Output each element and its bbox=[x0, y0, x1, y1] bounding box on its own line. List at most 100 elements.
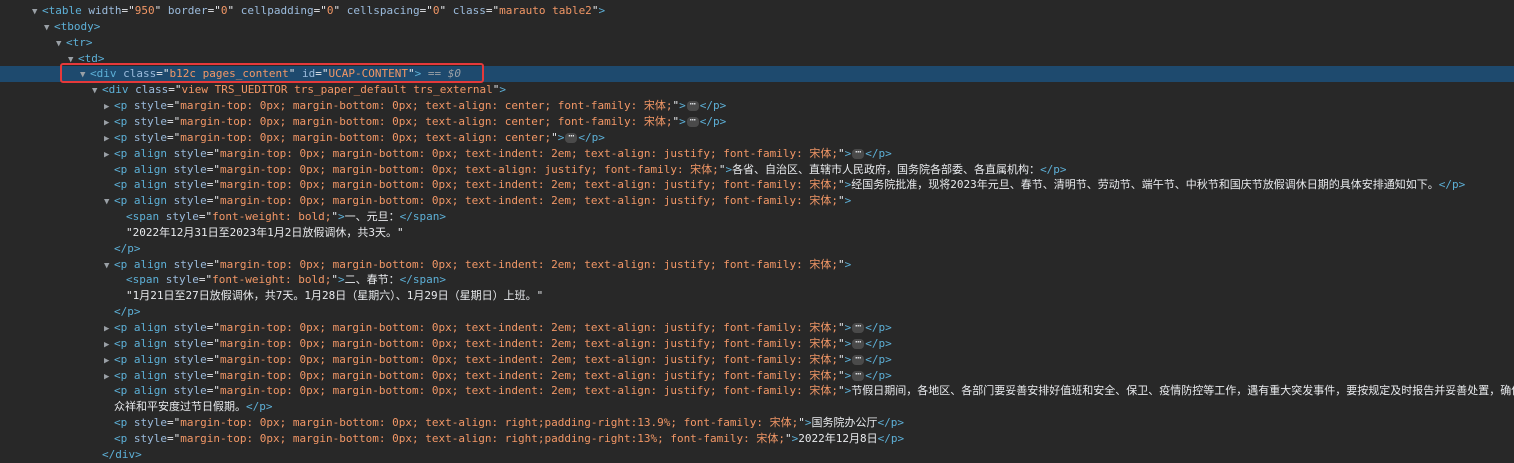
attribute-name[interactable]: style bbox=[174, 369, 207, 382]
dom-node-row[interactable]: ▶<p align style="margin-top: 0px; margin… bbox=[0, 368, 1514, 384]
dom-node-row[interactable]: ▶<p align style="margin-top: 0px; margin… bbox=[0, 320, 1514, 336]
attribute-value[interactable]: 0 bbox=[221, 4, 228, 17]
attribute-value[interactable]: margin-top: 0px; margin-bottom: 0px; tex… bbox=[220, 258, 838, 271]
dom-node-row[interactable]: ▶<p align style="margin-top: 0px; margin… bbox=[0, 352, 1514, 368]
attribute-value[interactable]: margin-top: 0px; margin-bottom: 0px; tex… bbox=[220, 353, 838, 366]
dom-node-row[interactable]: ▼ <tbody> bbox=[0, 19, 1514, 35]
attribute-name[interactable]: class bbox=[135, 83, 168, 96]
expand-triangle-right-icon[interactable]: ▶ bbox=[104, 369, 114, 384]
dom-node-row[interactable]: ▶<p style="margin-top: 0px; margin-botto… bbox=[0, 98, 1514, 114]
dom-node-row[interactable]: ▶</p> bbox=[0, 304, 1514, 320]
attribute-value[interactable]: margin-top: 0px; margin-bottom: 0px; tex… bbox=[220, 384, 838, 397]
dom-node-row[interactable]: ▼ <div class="b12c pages_content" id="UCA… bbox=[0, 66, 1514, 83]
attribute-value[interactable]: font-weight: bold; bbox=[212, 273, 331, 286]
attribute-value[interactable]: margin-top: 0px; margin-bottom: 0px; tex… bbox=[220, 369, 838, 382]
attribute-value[interactable]: margin-top: 0px; margin-bottom: 0px; tex… bbox=[220, 163, 719, 176]
attribute-value[interactable]: margin-top: 0px; margin-bottom: 0px; tex… bbox=[180, 432, 785, 445]
expand-triangle-down-icon[interactable]: ▼ bbox=[68, 52, 78, 67]
expand-triangle-right-icon[interactable]: ▶ bbox=[104, 337, 114, 352]
attribute-name[interactable]: class bbox=[123, 67, 156, 80]
attribute-value[interactable]: margin-top: 0px; margin-bottom: 0px; tex… bbox=[220, 178, 838, 191]
expand-triangle-right-icon[interactable]: ▶ bbox=[104, 353, 114, 368]
attribute-name[interactable]: style bbox=[134, 115, 167, 128]
expand-triangle-down-icon[interactable]: ▼ bbox=[104, 258, 114, 273]
attribute-name[interactable]: cellpadding bbox=[241, 4, 314, 17]
attribute-value[interactable]: margin-top: 0px; margin-bottom: 0px; tex… bbox=[220, 337, 838, 350]
attribute-name[interactable]: style bbox=[174, 258, 207, 271]
dom-node-row[interactable]: ▼ <p align style="margin-top: 0px; margin… bbox=[0, 257, 1514, 273]
dom-node-row[interactable]: ▶<p align style="margin-top: 0px; margin… bbox=[0, 336, 1514, 352]
attribute-name[interactable]: style bbox=[174, 147, 207, 160]
attribute-value[interactable]: font-weight: bold; bbox=[212, 210, 331, 223]
attribute-name[interactable]: style bbox=[174, 194, 207, 207]
attribute-value[interactable]: margin-top: 0px; margin-bottom: 0px; tex… bbox=[180, 115, 672, 128]
dom-node-row[interactable]: ▶<p style="margin-top: 0px; margin-botto… bbox=[0, 130, 1514, 146]
attribute-name[interactable]: style bbox=[134, 131, 167, 144]
attribute-name[interactable]: style bbox=[166, 273, 199, 286]
collapsed-content-ellipsis-icon[interactable]: ⋯ bbox=[686, 100, 699, 112]
dom-node-row[interactable]: ▶<p align style="margin-top: 0px; margin… bbox=[0, 383, 1514, 399]
expand-triangle-down-icon[interactable]: ▼ bbox=[80, 67, 90, 82]
attribute-value[interactable]: UCAP-CONTENT bbox=[328, 67, 407, 80]
dom-node-row[interactable]: ▶<p align style="margin-top: 0px; margin… bbox=[0, 146, 1514, 162]
expand-triangle-down-icon[interactable]: ▼ bbox=[92, 83, 102, 98]
collapsed-content-ellipsis-icon[interactable]: ⋯ bbox=[852, 369, 865, 381]
attribute-name[interactable]: style bbox=[134, 99, 167, 112]
dom-node-row[interactable]: ▼ <table width="950" border="0" cellpaddi… bbox=[0, 3, 1514, 19]
dom-node-row[interactable]: ▶<p style="margin-top: 0px; margin-botto… bbox=[0, 431, 1514, 447]
attribute-name[interactable]: style bbox=[174, 163, 207, 176]
expand-triangle-right-icon[interactable]: ▶ bbox=[104, 131, 114, 146]
dom-node-row[interactable]: ▶<span style="font-weight: bold;">二、春节：<… bbox=[0, 272, 1514, 288]
attribute-value[interactable]: 950 bbox=[135, 4, 155, 17]
dom-node-row[interactable]: ▼ <p align style="margin-top: 0px; margin… bbox=[0, 193, 1514, 209]
elements-dom-tree[interactable]: ▼ <table width="950" border="0" cellpaddi… bbox=[0, 0, 1514, 461]
dom-node-row[interactable]: ▶"2022年12月31日至2023年1月2日放假调休，共3天。" bbox=[0, 225, 1514, 241]
attribute-value[interactable]: margin-top: 0px; margin-bottom: 0px; tex… bbox=[220, 147, 838, 160]
dom-node-row[interactable]: ▶<p style="margin-top: 0px; margin-botto… bbox=[0, 415, 1514, 431]
attribute-name[interactable]: style bbox=[166, 210, 199, 223]
attribute-name[interactable]: style bbox=[134, 416, 167, 429]
expand-triangle-down-icon[interactable]: ▼ bbox=[56, 36, 66, 51]
attribute-name[interactable]: style bbox=[174, 178, 207, 191]
dom-node-row[interactable]: ▶<p style="margin-top: 0px; margin-botto… bbox=[0, 114, 1514, 130]
attribute-value[interactable]: margin-top: 0px; margin-bottom: 0px; tex… bbox=[180, 131, 551, 144]
dom-node-row[interactable]: ▶<p align style="margin-top: 0px; margin… bbox=[0, 177, 1514, 193]
collapsed-content-ellipsis-icon[interactable]: ⋯ bbox=[852, 353, 865, 365]
expand-triangle-down-icon[interactable]: ▼ bbox=[44, 20, 54, 35]
attribute-name[interactable]: width bbox=[88, 4, 121, 17]
attribute-value[interactable]: marauto table2 bbox=[499, 4, 592, 17]
expand-triangle-right-icon[interactable]: ▶ bbox=[104, 321, 114, 336]
dom-node-row[interactable]: ▶"1月21日至27日放假调休，共7天。1月28日（星期六）、1月29日（星期日… bbox=[0, 288, 1514, 304]
dom-node-row[interactable]: ▶<span style="font-weight: bold;">一、元旦：<… bbox=[0, 209, 1514, 225]
expand-triangle-right-icon[interactable]: ▶ bbox=[104, 147, 114, 162]
collapsed-content-ellipsis-icon[interactable]: ⋯ bbox=[565, 131, 578, 143]
dom-node-row[interactable]: ▼ <tr> bbox=[0, 35, 1514, 51]
expand-triangle-down-icon[interactable]: ▼ bbox=[104, 194, 114, 209]
attribute-value[interactable]: margin-top: 0px; margin-bottom: 0px; tex… bbox=[180, 416, 798, 429]
attribute-value[interactable]: view TRS_UEDITOR trs_paper_default trs_e… bbox=[182, 83, 493, 96]
collapsed-content-ellipsis-icon[interactable]: ⋯ bbox=[852, 337, 865, 349]
dom-node-row[interactable]: ▶</p> bbox=[0, 241, 1514, 257]
dom-node-row[interactable]: ▼ <td> bbox=[0, 51, 1514, 67]
attribute-name[interactable]: style bbox=[174, 384, 207, 397]
attribute-name[interactable]: style bbox=[134, 432, 167, 445]
attribute-name[interactable]: style bbox=[174, 337, 207, 350]
attribute-value[interactable]: margin-top: 0px; margin-bottom: 0px; tex… bbox=[180, 99, 672, 112]
collapsed-content-ellipsis-icon[interactable]: ⋯ bbox=[852, 147, 865, 159]
attribute-name[interactable]: border bbox=[168, 4, 208, 17]
expand-triangle-right-icon[interactable]: ▶ bbox=[104, 99, 114, 114]
attribute-name[interactable]: style bbox=[174, 321, 207, 334]
attribute-value[interactable]: margin-top: 0px; margin-bottom: 0px; tex… bbox=[220, 321, 838, 334]
attribute-value[interactable]: margin-top: 0px; margin-bottom: 0px; tex… bbox=[220, 194, 838, 207]
attribute-name[interactable]: class bbox=[453, 4, 486, 17]
dom-node-row[interactable]: ▶</div> bbox=[0, 447, 1514, 463]
expand-triangle-right-icon[interactable]: ▶ bbox=[104, 115, 114, 130]
attribute-name[interactable]: id bbox=[302, 67, 315, 80]
expand-triangle-down-icon[interactable]: ▼ bbox=[32, 4, 42, 19]
dom-node-row[interactable]: ▶<p align style="margin-top: 0px; margin… bbox=[0, 162, 1514, 178]
dom-node-row[interactable]: ▼ <div class="view TRS_UEDITOR trs_paper_… bbox=[0, 82, 1514, 98]
attribute-name[interactable]: cellspacing bbox=[347, 4, 420, 17]
collapsed-content-ellipsis-icon[interactable]: ⋯ bbox=[852, 322, 865, 333]
attribute-name[interactable]: style bbox=[174, 353, 207, 366]
attribute-value[interactable]: b12c pages_content bbox=[170, 67, 289, 80]
